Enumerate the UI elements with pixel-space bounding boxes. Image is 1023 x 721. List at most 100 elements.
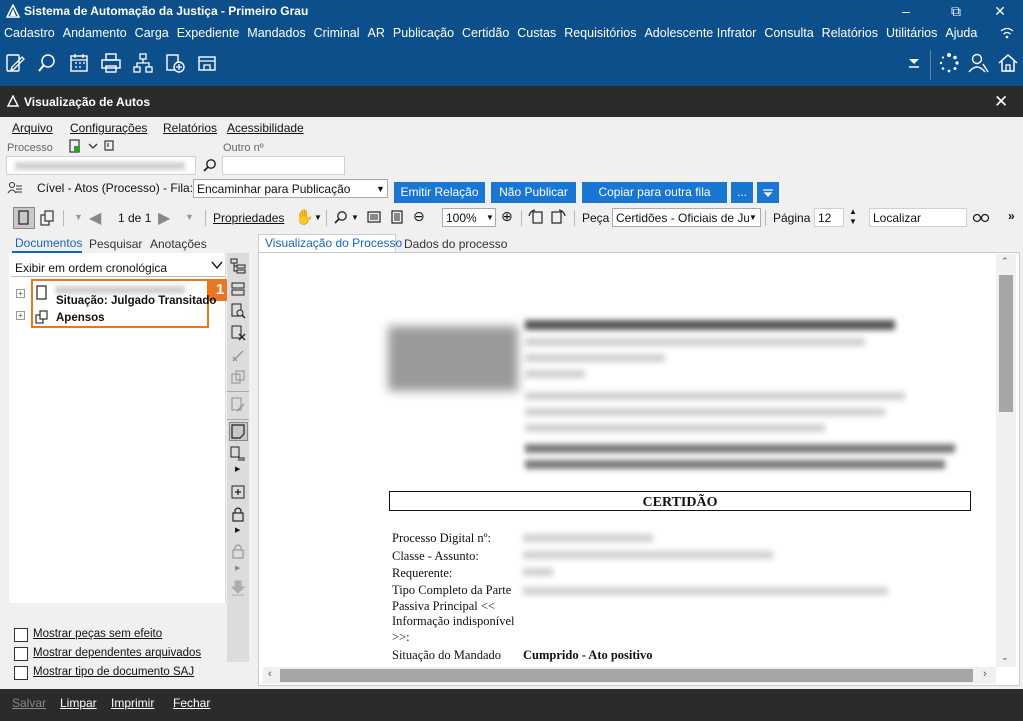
delete-document-icon[interactable] (230, 325, 246, 344)
tab-documentos[interactable]: Documentos (15, 236, 82, 250)
dropdown-arrow-icon[interactable] (906, 54, 928, 76)
tab-dados-processo[interactable]: Dados do processo (404, 237, 507, 251)
more-options-button[interactable]: ... (731, 182, 753, 203)
user-icon[interactable] (968, 52, 990, 74)
checkbox-dependentes[interactable] (14, 647, 28, 661)
tree-apensos[interactable]: Apensos (56, 312, 105, 324)
rotate-left-icon[interactable] (528, 209, 544, 228)
split-page-icon[interactable] (40, 210, 54, 229)
folder-window-icon[interactable] (196, 52, 218, 74)
pagina-input[interactable]: 12 (814, 208, 844, 227)
close-app-button[interactable]: ✕ (977, 0, 1023, 22)
horizontal-scroll-thumb[interactable] (280, 669, 973, 682)
menu-cadastro[interactable]: Cadastro (0, 22, 59, 40)
fila-select[interactable]: Encaminhar para Publicação ▼ (193, 179, 388, 198)
scroll-down-icon[interactable]: ⌄ (1001, 652, 1009, 663)
emitir-relacao-button[interactable]: Emitir Relação (394, 182, 485, 203)
home-icon[interactable] (997, 52, 1019, 74)
checkbox-sem-efeito[interactable] (14, 628, 28, 642)
checkbox-tipo-documento[interactable] (14, 666, 28, 680)
tree-view-icon[interactable] (230, 258, 246, 277)
limpar-button[interactable]: Limpar (60, 696, 97, 710)
expand-icon[interactable]: + (16, 311, 25, 320)
menu-consulta[interactable]: Consulta (760, 22, 817, 40)
scroll-left-icon[interactable]: ‹ (268, 668, 272, 680)
binoculars-icon[interactable] (972, 210, 990, 227)
salvar-button[interactable]: Salvar (12, 696, 46, 710)
process-document-icon[interactable] (36, 285, 48, 304)
zoom-out-icon[interactable]: ⊖ (413, 208, 425, 225)
first-page-icon[interactable]: ▼ (74, 212, 83, 222)
menu-utilitarios[interactable]: Utilitários (882, 22, 941, 40)
fit-width-icon[interactable] (367, 210, 381, 227)
order-select[interactable]: Exibir em ordem cronológica (11, 258, 225, 277)
copiar-fila-button[interactable]: Copiar para outra fila (582, 182, 727, 203)
note-icon[interactable] (103, 140, 115, 155)
overflow-chevron-icon[interactable]: » (1008, 209, 1015, 223)
minimize-button[interactable]: – (883, 0, 929, 22)
lock-icon[interactable] (230, 506, 246, 525)
vertical-scrollbar[interactable]: ⌃ ⌄ (996, 254, 1016, 667)
chevron-down-icon[interactable]: ▼ (351, 213, 359, 222)
zoom-select[interactable]: 100% ▼ (442, 208, 496, 227)
last-page-icon[interactable]: ▼ (185, 212, 194, 222)
fechar-button[interactable]: Fechar (173, 696, 210, 710)
nao-publicar-button[interactable]: Não Publicar (491, 182, 576, 203)
menu-publicacao[interactable]: Publicação (389, 22, 458, 40)
restore-button[interactable]: ⧉ (933, 0, 979, 22)
tab-pesquisar[interactable]: Pesquisar (89, 237, 142, 251)
peca-select[interactable]: Certidões - Oficiais de Jus ▼ (612, 208, 761, 227)
menu-ajuda[interactable]: Ajuda (941, 22, 981, 40)
page-list-icon[interactable] (230, 446, 246, 465)
next-page-icon[interactable]: ▶ (158, 208, 170, 228)
hierarchy-icon[interactable] (132, 52, 154, 74)
document-view-toggle[interactable] (13, 207, 35, 229)
scroll-right-icon[interactable]: › (983, 668, 987, 680)
filter-button[interactable] (757, 182, 779, 203)
menu-relatorios[interactable]: Relatórios (818, 22, 882, 40)
menu-criminal[interactable]: Criminal (310, 22, 364, 40)
submenu-arquivo[interactable]: Arquivo (12, 121, 53, 135)
fit-page-icon[interactable] (390, 210, 404, 227)
tab-visualizacao[interactable]: Visualização do Processo (265, 236, 402, 250)
chevron-right-icon[interactable]: ▶ (235, 526, 240, 534)
submenu-acessibilidade[interactable]: Acessibilidade (227, 121, 304, 135)
localizar-input[interactable]: Localizar (869, 208, 967, 227)
previous-page-icon[interactable]: ◀ (89, 208, 101, 228)
propriedades-button[interactable]: Propriedades (213, 211, 284, 225)
submenu-relatorios[interactable]: Relatórios (163, 121, 217, 135)
close-window-icon[interactable]: ✕ (994, 92, 1008, 112)
chevron-down-icon[interactable]: ▼ (314, 213, 322, 222)
menu-certidao[interactable]: Certidão (458, 22, 513, 40)
chevron-down-icon[interactable] (87, 140, 99, 155)
search-icon[interactable] (203, 158, 217, 175)
apensos-icon[interactable] (35, 310, 49, 327)
hand-tool-icon[interactable]: ✋ (295, 208, 314, 226)
menu-requisitorios[interactable]: Requisitórios (560, 22, 640, 40)
outro-numero-input[interactable] (222, 156, 345, 175)
tree-situacao[interactable]: Situação: Julgado Transitado (56, 295, 216, 307)
tab-anotacoes[interactable]: Anotações (150, 237, 207, 251)
menu-custas[interactable]: Custas (513, 22, 560, 40)
page-spinner-icon[interactable]: ▲ ▼ (849, 207, 857, 227)
menu-andamento[interactable]: Andamento (59, 22, 131, 40)
document-search-icon[interactable] (230, 303, 246, 322)
zoom-in-icon[interactable]: ⊕ (501, 208, 513, 225)
sign-icon[interactable] (230, 348, 246, 367)
processo-input[interactable] (6, 156, 196, 175)
calendar-icon[interactable] (68, 52, 90, 74)
document-green-icon[interactable] (68, 139, 82, 156)
add-document-icon[interactable] (164, 52, 186, 74)
scroll-up-icon[interactable]: ⌃ (1001, 256, 1009, 267)
menu-mandados[interactable]: Mandados (243, 22, 309, 40)
list-view-icon[interactable] (230, 281, 246, 300)
menu-expediente[interactable]: Expediente (173, 22, 244, 40)
printer-icon[interactable] (100, 52, 122, 74)
vertical-scroll-thumb[interactable] (999, 275, 1013, 412)
copy-icon[interactable] (230, 369, 246, 388)
zoom-search-icon[interactable] (334, 210, 348, 227)
edit-icon[interactable] (4, 52, 26, 74)
horizontal-scrollbar[interactable]: ‹ › (263, 667, 996, 684)
menu-adolescente-infrator[interactable]: Adolescente Infrator (640, 22, 760, 40)
rotate-right-icon[interactable] (550, 209, 566, 228)
